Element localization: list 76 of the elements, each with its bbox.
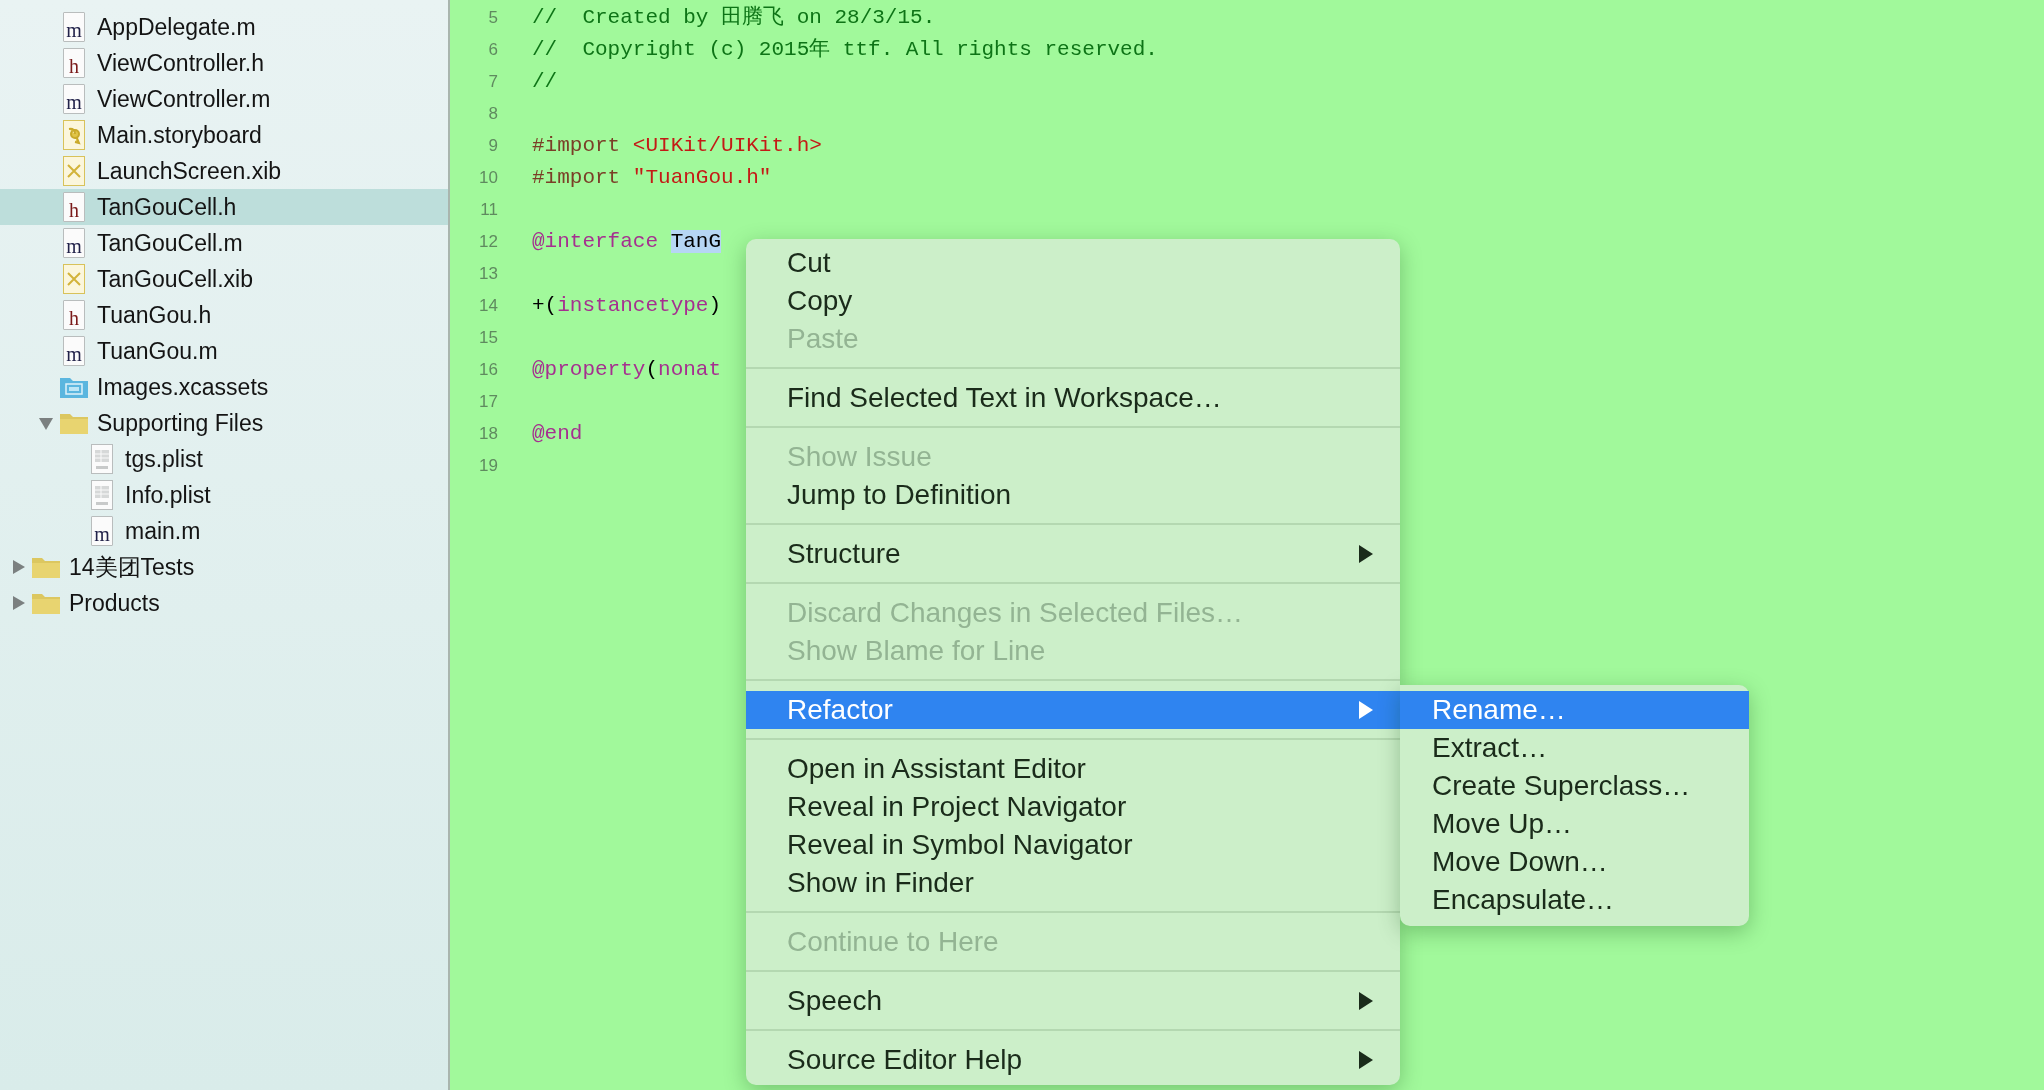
menu-item[interactable]: Reveal in Symbol Navigator xyxy=(746,826,1400,864)
asset-folder-icon xyxy=(59,375,89,399)
file-row[interactable]: Info.plist xyxy=(0,477,448,513)
file-row[interactable]: LaunchScreen.xib xyxy=(0,153,448,189)
plist-file-icon xyxy=(91,480,113,510)
source-file-icon: m xyxy=(63,12,85,42)
xib-file-icon xyxy=(63,264,85,294)
menu-item[interactable]: Find Selected Text in Workspace… xyxy=(746,379,1400,417)
menu-item[interactable]: Create Superclass… xyxy=(1400,767,1749,805)
code-line: @property(nonat xyxy=(532,357,722,383)
line-number: 15 xyxy=(478,327,498,349)
line-number: 10 xyxy=(478,167,498,189)
menu-item[interactable]: Rename… xyxy=(1400,691,1749,729)
menu-item[interactable]: Speech xyxy=(746,982,1400,1020)
line-number: 9 xyxy=(487,135,498,157)
source-file-icon: h xyxy=(63,48,85,78)
folder-icon xyxy=(31,591,61,615)
file-row[interactable]: m AppDelegate.m xyxy=(0,9,448,45)
code-line: // Created by 田腾飞 on 28/3/15. xyxy=(532,4,936,31)
line-number: 11 xyxy=(479,199,498,221)
menu-item[interactable]: Move Up… xyxy=(1400,805,1749,843)
menu-item[interactable]: Copy xyxy=(746,282,1400,320)
source-file-icon: m xyxy=(63,228,85,258)
file-row[interactable]: Supporting Files xyxy=(0,405,448,441)
code-line: @end xyxy=(532,421,583,447)
line-number: 13 xyxy=(478,263,498,285)
line-number: 14 xyxy=(478,295,498,317)
file-row[interactable]: h TanGouCell.h xyxy=(0,189,448,225)
source-file-icon: m xyxy=(63,336,85,366)
line-number: 17 xyxy=(478,391,498,413)
line-number: 5 xyxy=(487,7,498,29)
code-line: #import <UIKit/UIKit.h> xyxy=(532,133,822,159)
file-row[interactable]: Main.storyboard xyxy=(0,117,448,153)
source-file-icon: h xyxy=(63,192,85,222)
code-line: @interface TanG xyxy=(532,229,722,255)
line-number: 12 xyxy=(478,231,498,253)
line-number: 8 xyxy=(487,103,498,125)
file-row[interactable]: m TanGouCell.m xyxy=(0,225,448,261)
file-row[interactable]: m TuanGou.m xyxy=(0,333,448,369)
file-row[interactable]: h TuanGou.h xyxy=(0,297,448,333)
file-row[interactable]: h ViewController.h xyxy=(0,45,448,81)
menu-item[interactable]: Refactor xyxy=(746,691,1400,729)
menu-item[interactable]: Jump to Definition xyxy=(746,476,1400,514)
file-row[interactable]: Products xyxy=(0,585,448,621)
menu-item[interactable]: Show in Finder xyxy=(746,864,1400,902)
file-row[interactable]: m main.m xyxy=(0,513,448,549)
code-line: +(instancetype) xyxy=(532,293,722,319)
menu-item[interactable]: Open in Assistant Editor xyxy=(746,750,1400,788)
folder-icon xyxy=(31,555,61,579)
source-file-icon: m xyxy=(91,516,113,546)
file-row[interactable]: Images.xcassets xyxy=(0,369,448,405)
line-number: 7 xyxy=(487,71,498,93)
menu-item[interactable]: Move Down… xyxy=(1400,843,1749,881)
line-number: 6 xyxy=(487,39,498,61)
folder-icon xyxy=(59,411,89,435)
menu-item[interactable]: Structure xyxy=(746,535,1400,573)
menu-item[interactable]: Extract… xyxy=(1400,729,1749,767)
code-line: #import "TuanGou.h" xyxy=(532,165,772,191)
menu-item[interactable]: Encapsulate… xyxy=(1400,881,1749,919)
line-number: 16 xyxy=(478,359,498,381)
file-row[interactable]: TanGouCell.xib xyxy=(0,261,448,297)
plist-file-icon xyxy=(91,444,113,474)
storyboard-file-icon xyxy=(63,120,85,150)
code-line: // Copyright (c) 2015年 ttf. All rights reserved. xyxy=(532,37,1158,63)
source-file-icon: m xyxy=(63,84,85,114)
line-number: 18 xyxy=(478,423,498,445)
code-line: // xyxy=(532,69,558,95)
file-row[interactable]: tgs.plist xyxy=(0,441,448,477)
menu-item[interactable]: Source Editor Help xyxy=(746,1041,1400,1079)
source-file-icon: h xyxy=(63,300,85,330)
file-row[interactable]: m ViewController.m xyxy=(0,81,448,117)
menu-item[interactable]: Reveal in Project Navigator xyxy=(746,788,1400,826)
xib-file-icon xyxy=(63,156,85,186)
line-number: 19 xyxy=(478,455,498,477)
file-row[interactable]: 14美团Tests xyxy=(0,549,448,585)
menu-item[interactable]: Cut xyxy=(746,244,1400,282)
